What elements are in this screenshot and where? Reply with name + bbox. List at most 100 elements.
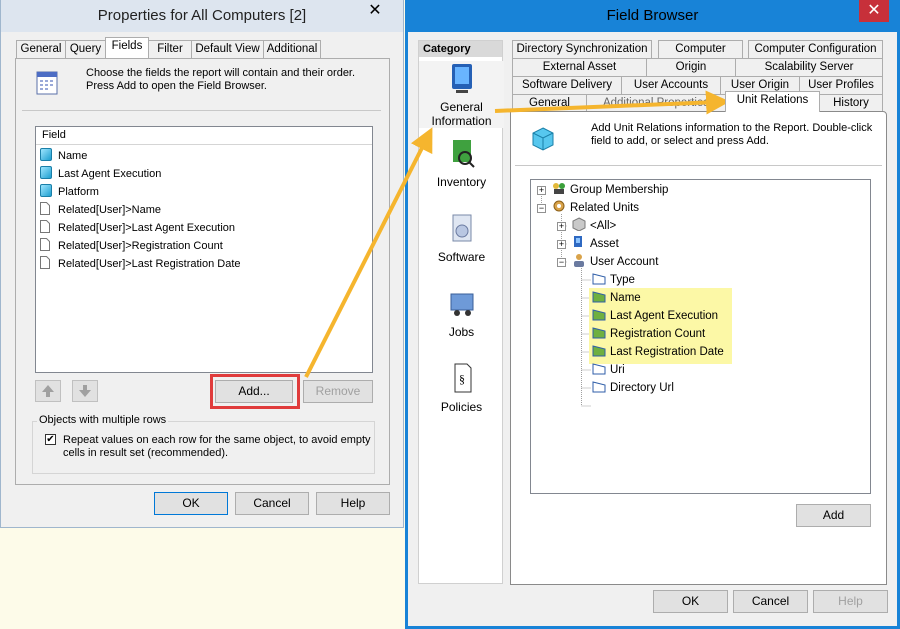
category-software[interactable]: Software <box>419 211 504 264</box>
tree-node-label: Group Membership <box>570 184 669 196</box>
tree-collapse-toggle[interactable]: − <box>537 204 546 213</box>
tab-scalability-server[interactable]: Scalability Server <box>735 58 883 76</box>
checkbox-label-line-1: Repeat values on each row for the same o… <box>63 434 371 446</box>
cube-icon <box>531 126 555 155</box>
tree-node-all[interactable]: <All> <box>572 217 616 235</box>
tree-node-user-account[interactable]: User Account <box>572 253 658 271</box>
cancel-button[interactable]: Cancel <box>733 590 808 613</box>
tab-filter[interactable]: Filter <box>148 40 192 58</box>
document-icon <box>40 202 52 215</box>
tree-node-last-registration-date[interactable]: Last Registration Date <box>592 343 724 361</box>
field-icon <box>592 363 606 375</box>
tree-node-last-agent-execution[interactable]: Last Agent Execution <box>592 307 718 325</box>
field-icon <box>592 345 606 357</box>
tree-node-label: Registration Count <box>610 328 706 340</box>
cube-icon <box>40 148 52 161</box>
tab-computer[interactable]: Computer <box>658 40 743 58</box>
tab-user-accounts[interactable]: User Accounts <box>621 76 721 94</box>
repeat-values-checkbox[interactable]: ✔ <box>45 434 56 445</box>
list-item[interactable]: Related[User]>Last Agent Execution <box>40 219 235 237</box>
document-icon <box>40 238 52 251</box>
tree-node-asset[interactable]: Asset <box>572 235 619 253</box>
tab-general[interactable]: General <box>16 40 66 58</box>
help-button[interactable]: Help <box>316 492 390 515</box>
list-item[interactable]: Name <box>40 147 87 165</box>
field-browser-close-button[interactable]: ✕ <box>859 0 889 22</box>
category-label: Information <box>431 114 492 128</box>
tab-default-view[interactable]: Default View <box>191 40 264 58</box>
list-item[interactable]: Related[User]>Name <box>40 201 161 219</box>
user-icon <box>572 253 585 267</box>
category-label: General <box>440 100 483 114</box>
field-browser-titlebar: Field Browser ✕ <box>408 0 897 32</box>
tab-external-asset[interactable]: External Asset <box>512 58 647 76</box>
arrow-up-icon <box>42 385 54 397</box>
tree-node-related-units[interactable]: Related Units <box>552 199 639 217</box>
category-general-information[interactable]: General Information <box>419 61 504 128</box>
tab-query[interactable]: Query <box>65 40 106 58</box>
tab-software-delivery[interactable]: Software Delivery <box>512 76 622 94</box>
category-inventory[interactable]: Inventory <box>419 136 504 189</box>
tree-node-label: <All> <box>590 220 617 232</box>
tab-additional[interactable]: Additional <box>263 40 321 58</box>
tab-fields[interactable]: Fields <box>105 37 149 58</box>
field-icon <box>592 381 606 393</box>
divider <box>515 165 882 166</box>
tree-node-name[interactable]: Name <box>592 289 641 307</box>
tab-directory-synchronization[interactable]: Directory Synchronization <box>512 40 652 58</box>
tab-history[interactable]: History <box>819 94 883 112</box>
move-up-button[interactable] <box>35 380 61 402</box>
list-item-label: Platform <box>58 186 99 198</box>
group-label: Objects with multiple rows <box>37 414 169 426</box>
tree-expand-toggle[interactable]: + <box>557 240 566 249</box>
list-header-field[interactable]: Field <box>36 127 372 145</box>
list-item-label: Related[User]>Last Agent Execution <box>58 222 236 234</box>
cube-icon <box>40 166 52 179</box>
field-tree[interactable]: + Group Membership − Related Units + <Al… <box>530 179 871 494</box>
tree-node-registration-count[interactable]: Registration Count <box>592 325 705 343</box>
add-field-button[interactable]: Add <box>796 504 871 527</box>
list-item-label: Related[User]>Name <box>58 204 162 216</box>
category-label: Jobs <box>448 325 475 339</box>
list-item[interactable]: Platform <box>40 183 99 201</box>
category-jobs[interactable]: Jobs <box>419 286 504 339</box>
software-icon <box>419 211 504 248</box>
divider <box>22 110 381 111</box>
tab-additional-properties[interactable]: Additional Properties <box>586 94 726 112</box>
tree-node-label: Type <box>610 274 635 286</box>
tab-origin[interactable]: Origin <box>646 58 736 76</box>
help-button[interactable]: Help <box>813 590 888 613</box>
tree-node-group-membership[interactable]: Group Membership <box>552 181 668 199</box>
field-browser-title: Field Browser <box>606 7 699 24</box>
tree-expand-toggle[interactable]: + <box>557 222 566 231</box>
tab-general[interactable]: General <box>512 94 587 112</box>
move-down-button[interactable] <box>72 380 98 402</box>
asset-icon <box>572 235 585 247</box>
properties-close-button[interactable]: ✕ <box>359 0 391 22</box>
fields-tab-panel: Choose the fields the report will contai… <box>15 58 390 485</box>
tree-expand-toggle[interactable]: + <box>537 186 546 195</box>
list-item-label: Last Agent Execution <box>58 168 162 180</box>
remove-button[interactable]: Remove <box>303 380 373 403</box>
ok-button[interactable]: OK <box>653 590 728 613</box>
list-item[interactable]: Related[User]>Last Registration Date <box>40 255 241 273</box>
tree-collapse-toggle[interactable]: − <box>557 258 566 267</box>
tab-computer-configuration[interactable]: Computer Configuration <box>748 40 883 58</box>
ok-button[interactable]: OK <box>154 492 228 515</box>
jobs-icon <box>419 286 504 323</box>
fields-description-line-2: Press Add to open the Field Browser. <box>86 80 267 92</box>
fields-list[interactable]: Field Name Last Agent Execution Platform… <box>35 126 373 373</box>
field-icon <box>592 273 606 285</box>
tree-node-label: Last Agent Execution <box>610 310 719 322</box>
group-icon <box>552 181 565 194</box>
field-browser-window: Field Browser ✕ Category General Informa… <box>405 0 900 629</box>
tab-unit-relations[interactable]: Unit Relations <box>725 91 820 112</box>
cancel-button[interactable]: Cancel <box>235 492 309 515</box>
list-item[interactable]: Related[User]>Registration Count <box>40 237 223 255</box>
category-policies[interactable]: § Policies <box>419 361 504 414</box>
tree-node-directory-url[interactable]: Directory Url <box>592 379 674 397</box>
list-item-label: Name <box>58 150 88 162</box>
list-item[interactable]: Last Agent Execution <box>40 165 161 183</box>
tree-node-type[interactable]: Type <box>592 271 635 289</box>
tree-node-uri[interactable]: Uri <box>592 361 625 379</box>
